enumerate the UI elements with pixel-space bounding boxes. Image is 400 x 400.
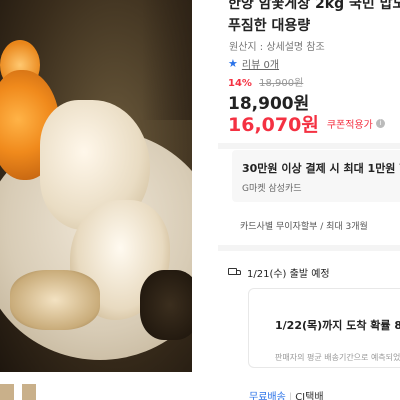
star-icon: ★ bbox=[228, 57, 238, 70]
review-count[interactable]: 리뷰 0개 bbox=[242, 56, 279, 71]
crab-leg-shape bbox=[10, 270, 100, 330]
section-divider bbox=[218, 143, 400, 149]
product-info-panel: 한양 암꽃게장 2kg 국민 밥도 푸짐한 대용량 원산지 : 상세설명 참조 … bbox=[212, 0, 400, 400]
coupon-price-row: 16,070원 쿠폰적용가 i bbox=[228, 110, 385, 137]
arrival-note: 판매자의 평균 배송기간으로 예측되었습 bbox=[275, 353, 400, 362]
product-title-line2: 푸짐한 대용량 bbox=[228, 18, 311, 34]
thumbnail-strip bbox=[0, 384, 192, 400]
original-price: 18,900원 bbox=[259, 78, 304, 89]
departure-text: 1/21(수) 출발 예정 bbox=[247, 269, 330, 280]
arrival-estimate-box: 1/22(목)까지 도착 확률 8 판매자의 평균 배송기간으로 예측되었습 bbox=[248, 288, 400, 368]
arrival-text: 1/22(목)까지 도착 확률 8 bbox=[275, 319, 400, 332]
card-promo-box[interactable]: 30만원 이상 결제 시 최대 1만원 할 G마켓 삼성카드 bbox=[232, 150, 400, 202]
thumbnail[interactable] bbox=[0, 384, 14, 400]
carrier-name: CJ택배 bbox=[295, 392, 324, 400]
info-icon[interactable]: i bbox=[375, 119, 385, 128]
truck-icon bbox=[228, 268, 241, 277]
shipping-fee-link[interactable]: 무료배송 bbox=[249, 392, 286, 400]
departure-row: 1/21(수) 출발 예정 bbox=[228, 265, 330, 280]
photo-shadow bbox=[142, 0, 192, 120]
sauce-shape bbox=[140, 270, 192, 340]
origin-text: 원산지 : 상세설명 참조 bbox=[229, 42, 325, 53]
installment-text[interactable]: 카드사별 무이자할부 / 최대 3개월 bbox=[240, 219, 368, 232]
card-promo-text: 30만원 이상 결제 시 최대 1만원 할 bbox=[242, 162, 400, 175]
discount-percent: 14% bbox=[228, 78, 252, 89]
coupon-price: 16,070원 bbox=[228, 114, 319, 136]
section-divider bbox=[218, 245, 400, 251]
discount-row: 14% 18,900원 bbox=[228, 74, 303, 89]
coupon-label: 쿠폰적용가 bbox=[326, 120, 373, 131]
product-image[interactable] bbox=[0, 0, 192, 372]
thumbnail[interactable] bbox=[22, 384, 36, 400]
review-link[interactable]: ★ 리뷰 0개 bbox=[228, 56, 279, 71]
card-promo-card-name: G마켓 삼성카드 bbox=[242, 184, 302, 194]
shipping-row: 무료배송 | CJ택배 bbox=[249, 388, 324, 400]
product-title-line1: 한양 암꽃게장 2kg 국민 밥도 bbox=[228, 0, 400, 12]
